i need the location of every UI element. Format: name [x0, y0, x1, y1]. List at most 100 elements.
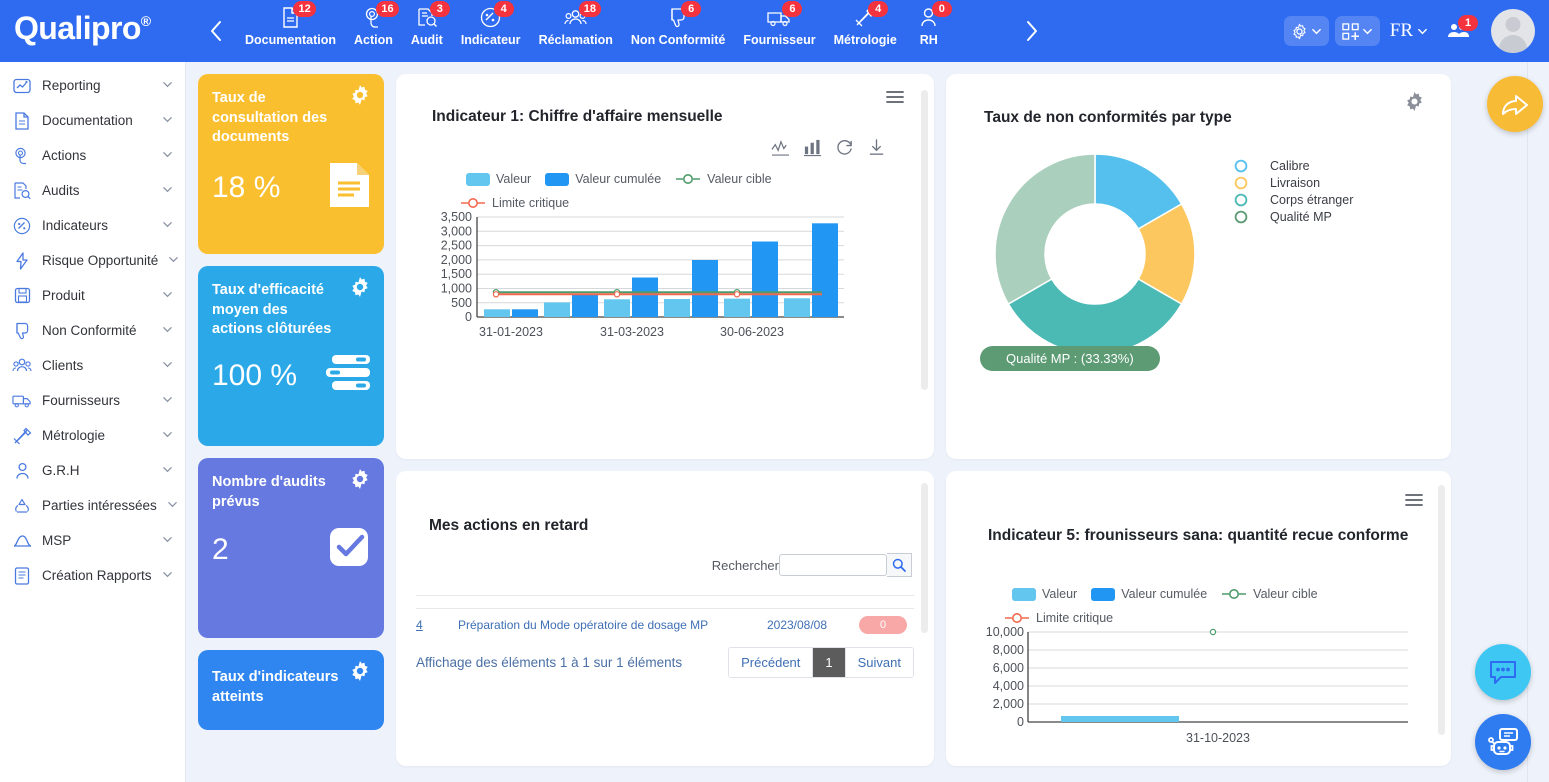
legend-item-calibre[interactable]: Calibre — [1234, 157, 1353, 174]
hamburger-menu-icon[interactable] — [886, 90, 904, 109]
search-input[interactable] — [779, 554, 887, 576]
sidebar-item-documentation[interactable]: Documentation — [0, 103, 185, 138]
sidebar-item-non-conformite[interactable]: Non Conformité — [0, 313, 185, 348]
chevron-down-icon — [1311, 26, 1322, 37]
share-floating-button[interactable] — [1487, 76, 1543, 132]
legend-label: Valeur — [1042, 587, 1077, 601]
line-chart-icon[interactable] — [771, 138, 790, 162]
nav-next-button[interactable] — [1012, 17, 1052, 45]
chevron-down-icon — [162, 184, 173, 198]
download-icon[interactable] — [867, 138, 886, 162]
pagination-prev[interactable]: Précédent — [729, 648, 812, 677]
kpi-card-indicateurs-atteints[interactable]: Taux d'indicateurs atteints — [198, 650, 384, 730]
sidebar-navigation: Reporting Documentation Actions Audits I… — [0, 62, 186, 782]
sidebar-item-fournisseurs[interactable]: Fournisseurs — [0, 383, 185, 418]
panel-title: Indicateur 1: Chiffre d'affaire mensuell… — [396, 74, 934, 126]
sidebar-item-grh[interactable]: G.R.H — [0, 453, 185, 488]
hamburger-menu-icon[interactable] — [1405, 493, 1423, 512]
gear-icon[interactable] — [1404, 91, 1425, 117]
legend-item-qualite-mp[interactable]: Qualité MP — [1234, 208, 1353, 225]
nav-label: Indicateur — [461, 33, 521, 47]
gear-icon[interactable] — [349, 84, 371, 111]
table-row[interactable]: 4 Préparation du Mode opératoire de dosa… — [416, 608, 914, 641]
svg-text:2,500: 2,500 — [441, 239, 472, 253]
legend-valeur-cible[interactable]: Valeur cible — [675, 172, 771, 186]
chat-floating-button[interactable] — [1475, 644, 1531, 700]
sidebar-item-parties-interessees[interactable]: Parties intéressées — [0, 488, 185, 523]
sidebar-item-msp[interactable]: MSP — [0, 523, 185, 558]
legend-valeur[interactable]: Valeur — [466, 172, 531, 186]
search-button[interactable] — [887, 553, 912, 577]
sidebar-item-produit[interactable]: Produit — [0, 278, 185, 313]
legend-circle-icon — [1234, 210, 1248, 224]
gear-icon[interactable] — [349, 468, 371, 495]
svg-text:1,000: 1,000 — [441, 282, 472, 296]
panel-scrollbar[interactable] — [921, 90, 928, 390]
legend-valeur[interactable]: Valeur — [1012, 587, 1077, 601]
legend-label: Calibre — [1270, 159, 1310, 173]
legend-valeur-cible[interactable]: Valeur cible — [1221, 587, 1317, 601]
chevron-down-icon — [162, 114, 173, 128]
app-logo[interactable]: Qualipro® — [0, 0, 196, 62]
row-description: Préparation du Mode opératoire de dosage… — [458, 618, 742, 632]
legend-item-corps-etranger[interactable]: Corps étranger — [1234, 191, 1353, 208]
panel-scrollbar[interactable] — [1438, 485, 1445, 735]
kpi-card-consultation-documents[interactable]: Taux de consultation des documents 18 % — [198, 74, 384, 254]
sidebar-item-indicateurs[interactable]: Indicateurs — [0, 208, 185, 243]
bar-chart-icon[interactable] — [803, 138, 822, 162]
kpi-card-nombre-audits[interactable]: Nombre d'audits prévus 2 — [198, 458, 384, 638]
sidebar-item-risque-opportunite[interactable]: Risque Opportunité — [0, 243, 185, 278]
nav-item-documentation[interactable]: 12 Documentation — [236, 5, 345, 47]
apps-dropdown-button[interactable] — [1335, 16, 1380, 46]
legend-valeur-cumulee[interactable]: Valeur cumulée — [1091, 587, 1207, 601]
sidebar-item-metrologie[interactable]: Métrologie — [0, 418, 185, 453]
nav-item-indicateur[interactable]: 4 Indicateur — [452, 5, 530, 47]
svg-text:3,000: 3,000 — [441, 224, 472, 238]
chatbot-floating-button[interactable] — [1475, 714, 1531, 770]
svg-text:3,500: 3,500 — [441, 212, 472, 224]
people-icon — [12, 356, 32, 376]
donut-slice-qualite-mp[interactable] — [995, 154, 1095, 304]
legend-limite-critique[interactable]: Limite critique — [460, 196, 569, 210]
avatar[interactable] — [1491, 9, 1535, 53]
language-selector[interactable]: FR — [1386, 20, 1432, 42]
gear-icon[interactable] — [349, 276, 371, 303]
panel-scrollbar[interactable] — [921, 483, 928, 633]
pagination-next[interactable]: Suivant — [845, 648, 913, 677]
sidebar-item-actions[interactable]: Actions — [0, 138, 185, 173]
nav-badge: 4 — [868, 1, 888, 17]
sidebar-item-clients[interactable]: Clients — [0, 348, 185, 383]
nav-badge: 18 — [579, 1, 601, 17]
nav-prev-button[interactable] — [196, 17, 236, 45]
legend-valeur-cumulee[interactable]: Valeur cumulée — [545, 172, 661, 186]
legend-limite-critique[interactable]: Limite critique — [1004, 611, 1113, 625]
legend-circle-icon — [1234, 159, 1248, 173]
refresh-icon[interactable] — [835, 138, 854, 162]
sidebar-item-label: Fournisseurs — [42, 393, 152, 408]
pagination-page-1[interactable]: 1 — [812, 648, 844, 677]
gear-icon[interactable] — [349, 660, 371, 687]
svg-text:2,000: 2,000 — [993, 697, 1024, 711]
nav-item-action[interactable]: 16 Action — [345, 5, 402, 47]
row-id[interactable]: 4 — [416, 618, 458, 632]
nav-item-metrologie[interactable]: 4 Métrologie — [825, 5, 906, 47]
group-badge: 1 — [1458, 15, 1478, 31]
nav-item-non-conformite[interactable]: 6 Non Conformité — [622, 5, 734, 47]
sidebar-item-creation-rapports[interactable]: Création Rapports — [0, 558, 185, 593]
nav-item-reclamation[interactable]: 18 Réclamation — [530, 5, 622, 47]
nav-item-audit[interactable]: 3 Audit — [402, 5, 452, 47]
nav-item-fournisseur[interactable]: 6 Fournisseur — [734, 5, 824, 47]
panel-title: Mes actions en retard — [396, 471, 934, 535]
chevron-down-icon — [168, 254, 179, 268]
top-navigation-bar: Qualipro® 12 Documentation 16 Action 3 A… — [0, 0, 1549, 62]
chevron-down-icon — [162, 429, 173, 443]
sidebar-item-reporting[interactable]: Reporting — [0, 68, 185, 103]
kpi-card-efficacite-actions[interactable]: Taux d'efficacité moyen des actions clôt… — [198, 266, 384, 446]
legend-label: Valeur — [496, 172, 531, 186]
settings-dropdown-button[interactable] — [1284, 16, 1329, 46]
legend-item-livraison[interactable]: Livraison — [1234, 174, 1353, 191]
sidebar-item-audits[interactable]: Audits — [0, 173, 185, 208]
group-notifications-button[interactable]: 1 — [1438, 21, 1479, 41]
nav-item-rh[interactable]: 0 RH — [906, 5, 952, 47]
donut-slice-corps-etranger[interactable] — [1008, 279, 1181, 354]
